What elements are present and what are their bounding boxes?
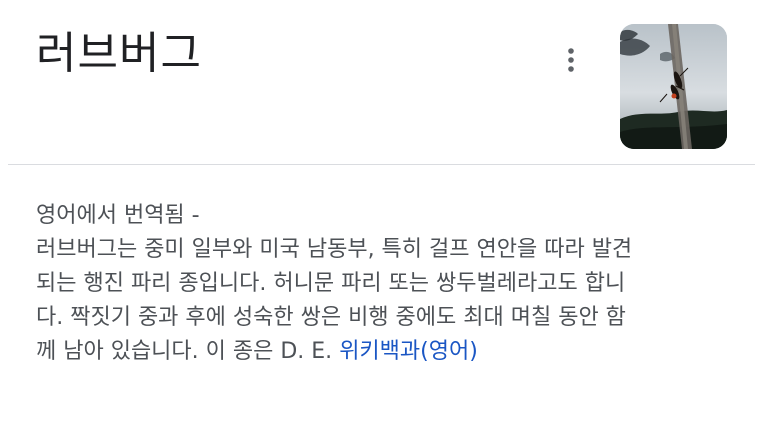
description-line: 다. 짝짓기 중과 후에 성숙한 쌍은 비행 중에도 최대 며칠 동안 함 [36, 305, 626, 330]
description-line: 러브버그는 중미 일부와 미국 남동부, 특히 걸프 연안을 따라 발견 [36, 237, 633, 262]
description-last-line: 께 남아 있습니다. 이 종은 D. E. 위키백과(영어) [36, 335, 736, 369]
description-line: 께 남아 있습니다. 이 종은 D. E. [36, 339, 333, 364]
more-vertical-icon [568, 48, 574, 72]
entity-description: 영어에서 번역됨 - 러브버그는 중미 일부와 미국 남동부, 특히 걸프 연안… [36, 199, 736, 369]
knowledge-panel-header: 러브버그 [0, 0, 763, 165]
lovebug-photo [620, 24, 727, 149]
description-line: 되는 행진 파리 종입니다. 허니문 파리 또는 쌍두벌레라고도 합니 [36, 271, 626, 296]
wikipedia-source-link[interactable]: 위키백과(영어) [339, 339, 478, 364]
entity-thumbnail[interactable] [620, 24, 727, 149]
translation-notice: 영어에서 번역됨 - [36, 203, 200, 228]
more-options-button[interactable] [556, 42, 586, 78]
section-divider [8, 164, 755, 165]
entity-title: 러브버그 [36, 28, 202, 79]
